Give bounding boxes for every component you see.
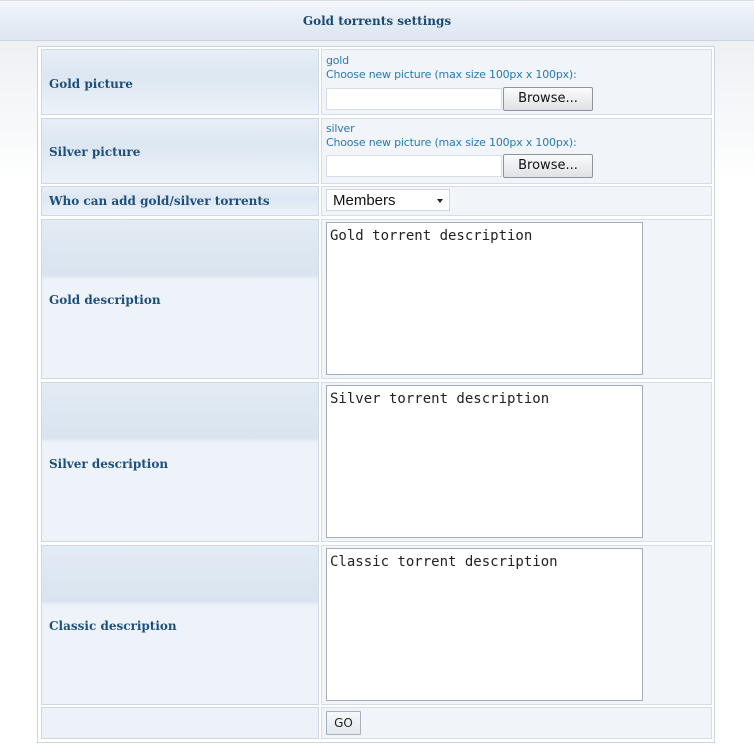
submit-value-cell <box>321 707 712 739</box>
gold-picture-label-cell: Gold picture <box>41 49 319 115</box>
gold-picture-file-input[interactable] <box>326 88 502 110</box>
gold-picture-hint: Choose new picture (max size 100px x 100… <box>326 68 577 81</box>
panel-header: Gold torrents settings <box>0 0 754 41</box>
who-can-add-selected-value: Members <box>333 192 396 209</box>
silver-description-label: Silver description <box>49 457 169 471</box>
gold-picture-current: gold <box>326 54 349 67</box>
who-can-add-select[interactable]: Members <box>326 189 450 211</box>
submit-label-cell <box>41 707 319 739</box>
silver-picture-label: Silver picture <box>49 145 141 159</box>
classic-description-textarea[interactable]: Classic torrent description <box>326 548 643 701</box>
silver-picture-browse-button[interactable]: Browse... <box>503 154 593 178</box>
who-can-add-label-cell: Who can add gold/silver torrents <box>41 186 319 216</box>
gold-description-textarea[interactable]: Gold torrent description <box>326 222 643 375</box>
gold-description-text: Gold torrent description <box>330 228 533 244</box>
silver-description-label-cell: Silver description <box>41 382 319 542</box>
gold-picture-label: Gold picture <box>49 77 133 91</box>
silver-description-text: Silver torrent description <box>330 391 550 407</box>
page-title: Gold torrents settings <box>302 14 452 28</box>
classic-description-text: Classic torrent description <box>330 554 558 570</box>
go-button[interactable]: GO <box>326 711 361 735</box>
gold-description-label: Gold description <box>49 293 161 307</box>
classic-description-label-cell: Classic description <box>41 545 319 705</box>
silver-picture-label-cell: Silver picture <box>41 118 319 184</box>
silver-picture-current: silver <box>326 122 355 135</box>
who-can-add-label: Who can add gold/silver torrents <box>49 194 270 208</box>
classic-description-label: Classic description <box>49 619 177 633</box>
chevron-down-icon <box>437 199 443 203</box>
gold-picture-browse-button[interactable]: Browse... <box>503 87 593 111</box>
silver-picture-file-input[interactable] <box>326 155 502 177</box>
silver-description-textarea[interactable]: Silver torrent description <box>326 385 643 538</box>
gold-description-label-cell: Gold description <box>41 219 319 379</box>
silver-picture-hint: Choose new picture (max size 100px x 100… <box>326 136 577 149</box>
